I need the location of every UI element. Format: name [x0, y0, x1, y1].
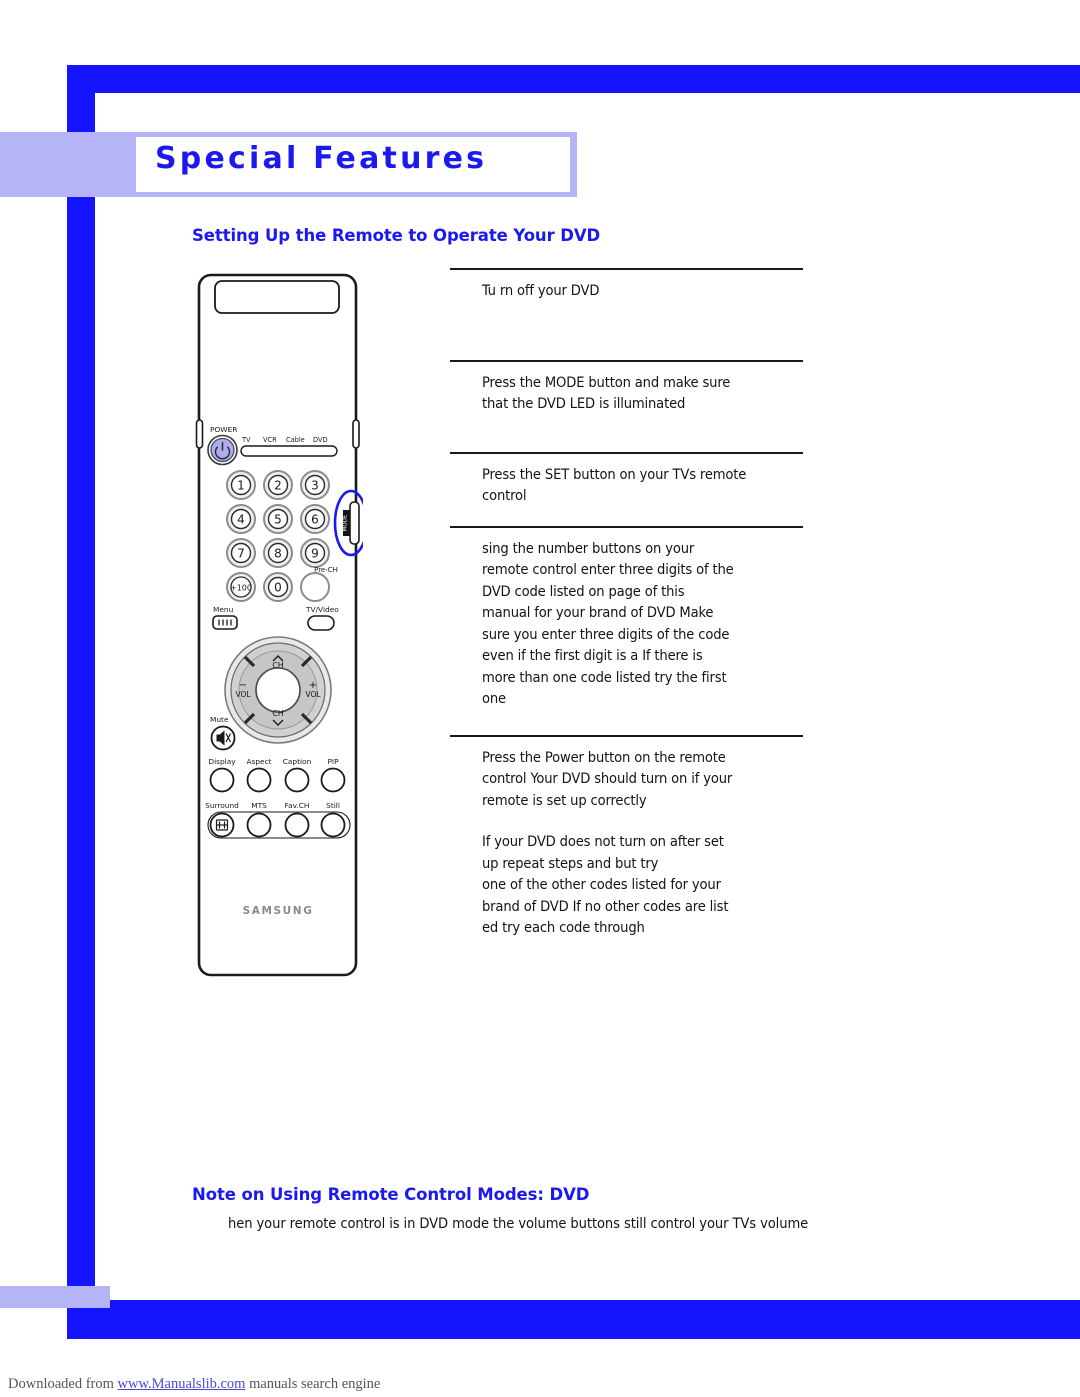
- remote-key-1: 1: [237, 479, 245, 493]
- section-heading-dvd-setup: Setting Up the Remote to Operate Your DV…: [192, 226, 601, 245]
- step-press-set: Press the SET button on your TVs remote …: [450, 454, 803, 507]
- footer-suffix: manuals search engine: [245, 1376, 381, 1392]
- step-line: Press the MODE button and make sure: [482, 373, 731, 391]
- remote-ir-window: [214, 280, 340, 314]
- step-press-power: Press the Power button on the remote con…: [450, 737, 803, 939]
- remote-device-label-dvd: DVD: [313, 436, 328, 444]
- remote-tvvideo-button: [307, 615, 335, 631]
- remote-key-8: 8: [274, 547, 282, 561]
- step-line: remote control enter three digits of the: [482, 561, 734, 578]
- remote-vol-down-label: VOL: [235, 690, 251, 699]
- remote-key-plus100: +100: [230, 583, 252, 592]
- section-heading-note: Note on Using Remote Control Modes: DVD: [192, 1185, 590, 1204]
- remote-caption-label: Caption: [283, 757, 312, 766]
- footer-lavender-tab: [0, 1286, 110, 1308]
- remote-ch-down-label: CH: [272, 709, 284, 718]
- step-press-mode: Press the MODE button and make sure that…: [450, 362, 803, 415]
- step-line: sing the number buttons on your: [482, 539, 695, 557]
- remote-ch-up-label: CH: [272, 661, 284, 670]
- remote-key-5: 5: [274, 513, 282, 527]
- remote-key-0: 0: [274, 581, 282, 595]
- step-line: Press the SET button on your TVs remote: [482, 465, 747, 483]
- step-line: manual for your brand of DVD Make: [482, 604, 714, 621]
- remote-mode-led-bar: [240, 445, 338, 457]
- remote-device-label-vcr: VCR: [263, 436, 277, 444]
- step-line: control: [482, 487, 527, 504]
- remote-key-prech: [300, 572, 330, 602]
- remote-vol-up-label: VOL: [305, 690, 321, 699]
- step-line: remote is set up correctly: [482, 791, 647, 809]
- page-frame-top-bar: [67, 65, 1080, 93]
- remote-key-7: 7: [237, 547, 245, 561]
- remote-menu-label: Menu: [213, 605, 234, 614]
- step-line: Press the Power button on the remote: [482, 748, 726, 766]
- footer-download-credit: Downloaded from www.Manualslib.com manua…: [8, 1376, 380, 1393]
- remote-prech-label: Pre-CH: [314, 566, 338, 574]
- remote-left-grip: [195, 419, 204, 449]
- remote-key-4: 4: [237, 513, 245, 527]
- step-line: more than one code listed try the first: [482, 668, 727, 686]
- step-line: one of the other codes listed for your: [482, 876, 721, 893]
- remote-mts-label: MTS: [251, 801, 267, 810]
- remote-pip-button: [320, 767, 346, 793]
- remote-right-grip: [352, 419, 360, 449]
- remote-still-label: Still: [326, 801, 340, 810]
- step-line: sure you enter three digits of the code: [482, 625, 730, 643]
- dvd-setup-steps-table: Tu rn off your DVD Press the MODE button…: [450, 268, 803, 939]
- step-spacer: [450, 415, 803, 452]
- remote-menu-button: [212, 615, 238, 630]
- note-paragraph: hen your remote control is in DVD mode t…: [228, 1215, 809, 1232]
- remote-favch-button: [284, 812, 310, 838]
- remote-mts-button: [246, 812, 272, 838]
- remote-aspect-label: Aspect: [246, 757, 271, 766]
- step-turn-off-dvd: Tu rn off your DVD: [450, 270, 803, 302]
- remote-power-label: POWER: [210, 425, 237, 434]
- step-line: that the DVD LED is illuminated: [482, 395, 686, 412]
- remote-mute-label: Mute: [210, 715, 229, 724]
- page-title: Special Features: [155, 141, 488, 176]
- remote-display-label: Display: [208, 757, 236, 766]
- remote-brand-logo: SAMSUNG: [243, 905, 314, 917]
- remote-aspect-button: [246, 767, 272, 793]
- remote-control-illustration: POWER TV VCR Cable DVD 1 2 3 4 5 6 7 8 9…: [193, 272, 363, 978]
- step-line: brand of DVD If no other codes are list: [482, 897, 729, 915]
- remote-mode-button: [349, 501, 360, 545]
- remote-key-2: 2: [274, 479, 282, 493]
- step-spacer: [450, 710, 803, 735]
- remote-favch-label: Fav.CH: [285, 801, 310, 810]
- step-line: up repeat steps and but try: [482, 854, 659, 872]
- remote-caption-button: [284, 767, 310, 793]
- step-line: ed try each code through: [482, 919, 645, 936]
- step-line: even if the first digit is a If there is: [482, 647, 703, 664]
- step-line: Tu rn off your DVD: [482, 282, 600, 299]
- remote-device-label-tv: TV: [241, 436, 251, 444]
- page-frame-bottom-bar: [67, 1300, 1080, 1339]
- remote-key-3: 3: [311, 479, 319, 493]
- remote-pip-label: PIP: [327, 757, 339, 766]
- step-line: If your DVD does not turn on after set: [482, 833, 724, 850]
- step-line: one: [482, 690, 506, 707]
- remote-display-button: [209, 767, 235, 793]
- remote-still-button: [320, 812, 346, 838]
- step-line: DVD code listed on page of this: [482, 582, 685, 600]
- remote-key-6: 6: [311, 513, 319, 527]
- remote-key-9: 9: [311, 547, 319, 561]
- page-frame-left-bar: [67, 65, 95, 1300]
- step-enter-code: sing the number buttons on your remote c…: [450, 528, 803, 710]
- manualslib-link[interactable]: www.Manualslib.com: [118, 1376, 246, 1392]
- remote-mode-label: MODE: [343, 514, 349, 532]
- remote-surround-label: Surround: [205, 801, 239, 810]
- step-spacer: [450, 507, 803, 526]
- remote-tvvideo-label: TV/Video: [305, 605, 339, 614]
- step-line: control Your DVD should turn on if your: [482, 770, 733, 787]
- footer-prefix: Downloaded from: [8, 1376, 118, 1392]
- step-spacer: [450, 302, 803, 360]
- remote-navigation-wheel: CH CH − VOL + VOL: [224, 636, 332, 744]
- remote-device-label-cable: Cable: [286, 436, 305, 444]
